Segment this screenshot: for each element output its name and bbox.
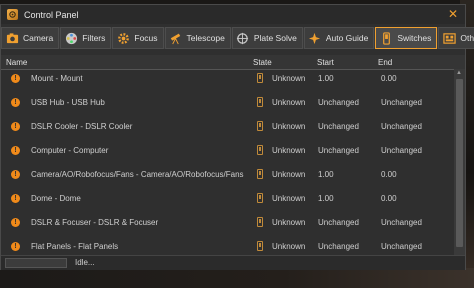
switch-end[interactable]: 0.00 — [381, 74, 397, 83]
switch-start[interactable]: Unchanged — [318, 218, 359, 227]
switch-state: Unknown — [272, 218, 306, 227]
table-row[interactable]: ! Camera/AO/Robofocus/Fans - Camera/AO/R… — [1, 167, 453, 189]
switch-state: Unknown — [272, 98, 306, 107]
switch-end[interactable]: Unchanged — [381, 122, 422, 131]
switch-end[interactable]: Unchanged — [381, 146, 422, 155]
status-bar: Idle... — [1, 255, 465, 270]
switch-state: Unknown — [272, 170, 306, 179]
tab-label: Plate Solve — [253, 33, 297, 43]
tab-camera[interactable]: Camera — [1, 27, 60, 49]
switch-state-icon — [257, 217, 263, 227]
control-panel-window: Control Panel ✕ Camera Filters Focus Tel… — [0, 4, 474, 270]
switch-state-icon — [257, 121, 263, 131]
column-header-state[interactable]: State — [253, 58, 272, 67]
switch-state: Unknown — [272, 122, 306, 131]
crosshair-icon — [236, 31, 250, 45]
table-row[interactable]: ! DSLR Cooler - DSLR Cooler Unknown Unch… — [1, 119, 453, 141]
switch-name: DSLR Cooler - DSLR Cooler — [31, 122, 133, 131]
switch-list: ! Mount - Mount Unknown 1.00 0.00 ! USB … — [1, 69, 453, 255]
column-header-start[interactable]: Start — [317, 58, 334, 67]
switch-start[interactable]: Unchanged — [318, 242, 359, 251]
switch-name: Camera/AO/Robofocus/Fans - Camera/AO/Rob… — [31, 170, 244, 179]
warning-icon: ! — [11, 122, 20, 131]
tab-filters[interactable]: Filters — [60, 27, 112, 49]
title-bar[interactable]: Control Panel ✕ — [1, 5, 465, 24]
close-icon[interactable]: ✕ — [448, 7, 458, 21]
switch-start[interactable]: 1.00 — [318, 74, 334, 83]
switch-state: Unknown — [272, 194, 306, 203]
tab-auto-guide[interactable]: Auto Guide — [303, 27, 375, 49]
tab-switches[interactable]: Switches — [375, 27, 438, 49]
app-icon — [7, 9, 18, 20]
other-icon — [442, 31, 456, 45]
switch-end[interactable]: Unchanged — [381, 218, 422, 227]
table-row[interactable]: ! Computer - Computer Unknown Unchanged … — [1, 143, 453, 165]
tab-label: Telescope — [186, 33, 225, 43]
tab-label: Camera — [23, 33, 54, 43]
switch-name: Computer - Computer — [31, 146, 109, 155]
window-title: Control Panel — [24, 9, 79, 20]
switch-end[interactable]: 0.00 — [381, 170, 397, 179]
tab-label: Other — [460, 33, 474, 43]
switch-end[interactable]: Unchanged — [381, 242, 422, 251]
switch-state-icon — [257, 169, 263, 179]
switch-state: Unknown — [272, 74, 306, 83]
tab-telescope[interactable]: Telescope — [164, 27, 231, 49]
tab-other[interactable]: Other — [438, 27, 474, 49]
table-row[interactable]: ! Flat Panels - Flat Panels Unknown Unch… — [1, 239, 453, 255]
column-header-end[interactable]: End — [378, 58, 392, 67]
camera-icon — [5, 31, 19, 45]
guide-icon — [308, 31, 322, 45]
scrollbar-thumb[interactable] — [456, 79, 463, 247]
tab-label: Switches — [397, 33, 432, 43]
switch-state: Unknown — [272, 146, 306, 155]
switch-state-icon — [257, 73, 263, 83]
switch-state: Unknown — [272, 242, 306, 251]
switch-start[interactable]: Unchanged — [318, 146, 359, 155]
status-text: Idle... — [75, 258, 95, 267]
tab-focus[interactable]: Focus — [112, 27, 164, 49]
switch-state-icon — [257, 241, 263, 251]
switch-end[interactable]: 0.00 — [381, 194, 397, 203]
warning-icon: ! — [11, 218, 20, 227]
scroll-up-icon[interactable]: ▲ — [456, 70, 462, 76]
switch-name: Mount - Mount — [31, 74, 83, 83]
status-progress-field — [5, 258, 67, 268]
warning-icon: ! — [11, 242, 20, 251]
switch-name: USB Hub - USB Hub — [31, 98, 105, 107]
warning-icon: ! — [11, 146, 20, 155]
tab-label: Auto Guide — [325, 33, 369, 43]
switch-start[interactable]: Unchanged — [318, 122, 359, 131]
filter-wheel-icon — [64, 31, 78, 45]
switch-name: Flat Panels - Flat Panels — [31, 242, 119, 251]
telescope-icon — [169, 31, 183, 45]
table-row[interactable]: ! Dome - Dome Unknown 1.00 0.00 — [1, 191, 453, 213]
switch-start[interactable]: Unchanged — [318, 98, 359, 107]
table-row[interactable]: ! USB Hub - USB Hub Unknown Unchanged Un… — [1, 95, 453, 117]
switch-end[interactable]: Unchanged — [381, 98, 422, 107]
column-header-name[interactable]: Name — [6, 58, 27, 67]
table-row[interactable]: ! DSLR & Focuser - DSLR & Focuser Unknow… — [1, 215, 453, 237]
table-row[interactable]: ! Mount - Mount Unknown 1.00 0.00 — [1, 71, 453, 93]
switch-state-icon — [257, 193, 263, 203]
tab-bar: Camera Filters Focus Telescope Plate Sol… — [1, 27, 474, 49]
warning-icon: ! — [11, 194, 20, 203]
table-header: Name State Start End — [1, 55, 465, 70]
switch-state-icon — [257, 145, 263, 155]
switch-icon — [379, 31, 393, 45]
gear-icon — [116, 31, 130, 45]
tab-label: Filters — [82, 33, 106, 43]
switch-name: Dome - Dome — [31, 194, 81, 203]
desktop-background-bottom — [0, 268, 474, 288]
warning-icon: ! — [11, 98, 20, 107]
switch-name: DSLR & Focuser - DSLR & Focuser — [31, 218, 159, 227]
vertical-scrollbar[interactable]: ▲ — [454, 69, 465, 255]
switch-start[interactable]: 1.00 — [318, 194, 334, 203]
warning-icon: ! — [11, 170, 20, 179]
tab-plate-solve[interactable]: Plate Solve — [231, 27, 303, 49]
warning-icon: ! — [11, 74, 20, 83]
tab-label: Focus — [134, 33, 158, 43]
switch-start[interactable]: 1.00 — [318, 170, 334, 179]
switch-state-icon — [257, 97, 263, 107]
